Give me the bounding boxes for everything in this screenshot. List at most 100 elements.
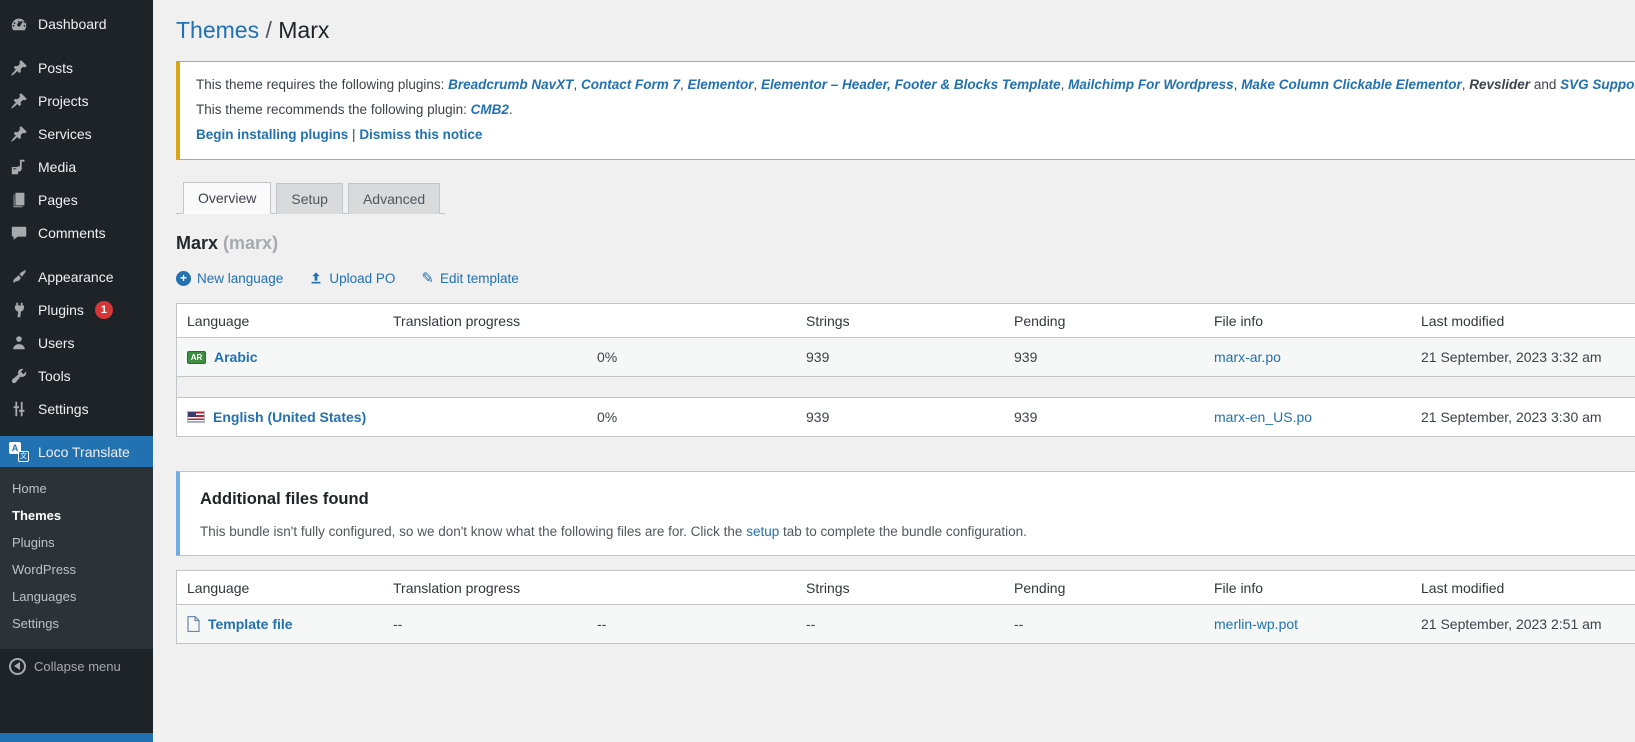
collapse-arrow-icon <box>9 658 26 675</box>
plugin-link[interactable]: SVG Support <box>1560 77 1635 92</box>
edit-template-label: Edit template <box>440 271 519 286</box>
plugin-link[interactable]: Contact Form 7 <box>581 77 680 92</box>
sidebar-item-comments[interactable]: Comments <box>0 216 153 249</box>
progress-percent: -- <box>597 616 606 632</box>
plugin-separator: , <box>573 77 581 92</box>
sidebar-item-users[interactable]: Users <box>0 326 153 359</box>
progress-placeholder: -- <box>393 616 578 632</box>
edit-template-button[interactable]: Edit template <box>421 269 518 287</box>
setup-tab-link[interactable]: setup <box>746 524 779 539</box>
comments-icon <box>9 223 29 243</box>
plus-circle-icon <box>176 271 191 286</box>
sidebar-item-appearance[interactable]: Appearance <box>0 260 153 293</box>
collapse-menu-button[interactable]: Collapse menu <box>0 652 153 680</box>
sidebar-item-pages[interactable]: Pages <box>0 183 153 216</box>
tab-setup[interactable]: Setup <box>276 183 343 214</box>
bundle-slug: (marx) <box>223 233 278 253</box>
file-link-marx-ar[interactable]: marx-ar.po <box>1214 349 1281 365</box>
sidebar-item-services[interactable]: Services <box>0 117 153 150</box>
submenu-item-home[interactable]: Home <box>0 475 153 502</box>
sidebar-item-loco-translate[interactable]: A文 Loco Translate <box>0 436 153 467</box>
col-file-info: File info <box>1204 313 1411 329</box>
upload-icon <box>309 271 323 285</box>
submenu-item-languages[interactable]: Languages <box>0 583 153 610</box>
plugin-link-cmb2[interactable]: CMB2 <box>471 102 509 117</box>
notice-required-prefix: This theme requires the following plugin… <box>196 77 448 92</box>
plugin-link[interactable]: Elementor – Header, Footer & Blocks Temp… <box>761 77 1061 92</box>
pencil-icon <box>421 269 434 287</box>
col-pending: Pending <box>1004 313 1204 329</box>
upload-po-button[interactable]: Upload PO <box>309 271 395 286</box>
language-link-english-us[interactable]: English (United States) <box>213 409 366 425</box>
begin-installing-plugins-link[interactable]: Begin installing plugins <box>196 127 348 142</box>
sidebar-item-settings[interactable]: Settings <box>0 392 153 425</box>
notice-line-recommended: This theme recommends the following plug… <box>196 97 1635 122</box>
required-plugins-list: Breadcrumb NavXT, Contact Form 7, Elemen… <box>448 77 1635 92</box>
template-file-link[interactable]: Template file <box>208 616 293 632</box>
col-pending: Pending <box>1004 580 1204 596</box>
plugins-update-badge: 1 <box>95 301 113 319</box>
notice-recommended-suffix: . <box>509 102 513 117</box>
sidebar-item-posts[interactable]: Posts <box>0 51 153 84</box>
notice-line-required: This theme requires the following plugin… <box>196 72 1635 97</box>
table-row-arabic: AR Arabic 0% 939 939 marx-ar.po 21 Septe… <box>177 338 1635 376</box>
document-icon <box>187 616 200 632</box>
col-strings: Strings <box>796 580 1004 596</box>
bundle-name: Marx <box>176 233 218 253</box>
pin-icon <box>9 124 29 144</box>
appearance-icon <box>9 267 29 287</box>
plugin-link[interactable]: Make Column Clickable Elementor <box>1241 77 1462 92</box>
tools-icon <box>9 366 29 386</box>
panel-description: This bundle isn't fully configured, so w… <box>200 524 1635 539</box>
sidebar-item-label: Posts <box>38 60 73 76</box>
plugin-link[interactable]: Breadcrumb NavXT <box>448 77 573 92</box>
breadcrumb-separator: / <box>265 17 271 43</box>
sidebar-item-label: Media <box>38 159 76 175</box>
breadcrumb-themes-link[interactable]: Themes <box>176 17 259 43</box>
col-language: Language <box>177 580 383 596</box>
sidebar-item-tools[interactable]: Tools <box>0 359 153 392</box>
plugin-separator: , <box>1061 77 1069 92</box>
sidebar-item-media[interactable]: Media <box>0 150 153 183</box>
last-modified: 21 September, 2023 3:32 am <box>1411 349 1635 365</box>
last-modified: 21 September, 2023 2:51 am <box>1411 616 1635 632</box>
sidebar-bottom-strip <box>0 733 153 742</box>
submenu-item-themes[interactable]: Themes <box>0 502 153 529</box>
sidebar-item-dashboard[interactable]: Dashboard <box>0 7 153 40</box>
pin-icon <box>9 58 29 78</box>
breadcrumb-current: Marx <box>278 17 329 43</box>
col-last-modified: Last modified <box>1411 313 1635 329</box>
plugin-link[interactable]: Elementor <box>687 77 753 92</box>
col-translation-progress: Translation progress <box>383 313 796 329</box>
sidebar-item-plugins[interactable]: Plugins 1 <box>0 293 153 326</box>
submenu-item-plugins[interactable]: Plugins <box>0 529 153 556</box>
new-language-button[interactable]: New language <box>176 271 283 286</box>
sidebar-item-label: Users <box>38 335 75 351</box>
progress-percent: 0% <box>597 349 617 365</box>
panel-text-before: This bundle isn't fully configured, so w… <box>200 524 746 539</box>
locale-badge-ar: AR <box>187 351 206 364</box>
pending-count: -- <box>1004 616 1204 632</box>
tab-overview[interactable]: Overview <box>183 182 271 214</box>
sidebar-item-label: Tools <box>38 368 71 384</box>
us-flag-icon <box>187 411 205 423</box>
col-translation-progress: Translation progress <box>383 580 796 596</box>
submenu-item-settings[interactable]: Settings <box>0 610 153 637</box>
media-icon <box>9 157 29 177</box>
file-link-marx-en-us[interactable]: marx-en_US.po <box>1214 409 1312 425</box>
panel-title: Additional files found <box>200 490 1635 509</box>
dismiss-notice-link[interactable]: Dismiss this notice <box>359 127 482 142</box>
submenu-item-wordpress[interactable]: WordPress <box>0 556 153 583</box>
additional-files-table: Language Translation progress Strings Pe… <box>176 570 1635 644</box>
plugins-icon <box>9 300 29 320</box>
tab-advanced[interactable]: Advanced <box>348 183 440 214</box>
plugin-link[interactable]: Mailchimp For Wordpress <box>1068 77 1234 92</box>
language-link-arabic[interactable]: Arabic <box>214 349 258 365</box>
main-content: Themes / Marx This theme requires the fo… <box>153 0 1635 742</box>
file-link-merlin-wp[interactable]: merlin-wp.pot <box>1214 616 1298 632</box>
last-modified: 21 September, 2023 3:30 am <box>1411 409 1635 425</box>
sidebar-item-label: Services <box>38 126 92 142</box>
plugin-separator: and <box>1530 77 1560 92</box>
plugin-name: Revslider <box>1469 77 1530 92</box>
sidebar-item-projects[interactable]: Projects <box>0 84 153 117</box>
